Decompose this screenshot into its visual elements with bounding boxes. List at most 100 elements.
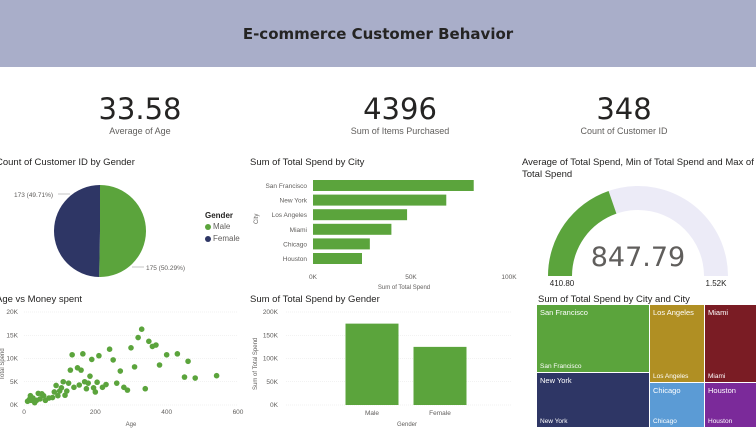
treemap-tile[interactable]: New York New York [537, 373, 649, 427]
city-label: Chicago [283, 241, 307, 248]
scatter-point[interactable] [78, 367, 84, 373]
kpi-average-age[interactable]: 33.58 Average of Age [68, 93, 212, 136]
scatter-point[interactable] [156, 362, 163, 368]
scatter-y-tick: 15K [6, 332, 18, 339]
kpi-value: 348 [596, 92, 652, 126]
scatter-point[interactable] [113, 380, 120, 386]
scatter-point[interactable] [135, 334, 141, 341]
treemap-tile-sublabel: New York [540, 418, 568, 425]
city-bar[interactable] [313, 209, 408, 221]
gauge-max: 1.52K [706, 279, 728, 288]
treemap-tile-label: New York [540, 376, 572, 385]
scatter-point[interactable] [83, 385, 90, 392]
scatter-point[interactable] [213, 372, 220, 379]
scatter-point[interactable] [65, 380, 72, 386]
gender-y-tick: 0K [270, 402, 279, 409]
scatter-point[interactable] [185, 358, 191, 365]
city-x-axis-label: Sum of Total Spend [378, 285, 430, 291]
spend-gauge[interactable]: 847.79 410.80 1.52K [522, 180, 756, 294]
treemap-tile[interactable]: Houston Houston [705, 383, 756, 427]
scatter-x-tick: 400 [161, 409, 172, 416]
gender-bar-chart[interactable]: Sum of Total Spend Gender 200K 150K 100K 50… [250, 304, 520, 431]
legend-label: Male [213, 222, 231, 231]
treemap-tile-label: Houston [708, 386, 736, 395]
scatter-point[interactable] [64, 388, 70, 394]
gender-bar-label: Female [429, 410, 451, 417]
scatter-y-tick: 10K [6, 356, 18, 363]
pie-chart-title: Count of Customer ID by Gender [0, 157, 135, 168]
dashboard-title: E-commerce Customer Behavior [242, 24, 514, 43]
legend-dot-icon [205, 235, 211, 242]
scatter-point[interactable] [163, 351, 170, 358]
scatter-point[interactable] [71, 384, 77, 391]
kpi-value: 33.58 [98, 92, 182, 126]
kpi-count-customers[interactable]: 348 Count of Customer ID [552, 93, 696, 136]
scatter-point[interactable] [94, 379, 100, 386]
gauge-value: 847.79 [591, 242, 685, 273]
scatter-point[interactable] [58, 384, 65, 391]
scatter-point[interactable] [153, 342, 159, 348]
scatter-point[interactable] [138, 326, 145, 333]
scatter-point[interactable] [87, 373, 93, 379]
scatter-point[interactable] [142, 385, 149, 392]
gender-bar[interactable] [345, 323, 399, 405]
scatter-point[interactable] [106, 346, 113, 352]
pie-slice-female[interactable] [54, 185, 100, 277]
legend-item-female[interactable]: Female [205, 234, 240, 243]
kpi-sum-items[interactable]: 4396 Sum of Items Purchased [320, 93, 480, 136]
city-bar[interactable] [313, 194, 447, 206]
scatter-point[interactable] [103, 381, 109, 388]
city-bar-title: Sum of Total Spend by City [250, 157, 365, 168]
city-label: Los Angeles [272, 212, 308, 219]
treemap-tile-label: Los Angeles [653, 308, 694, 317]
scatter-point[interactable] [128, 345, 134, 351]
gender-bar[interactable] [413, 346, 467, 405]
scatter-point[interactable] [117, 368, 124, 374]
scatter-point[interactable] [92, 389, 99, 395]
treemap-tile[interactable]: San Francisco San Francisco [537, 305, 649, 372]
city-bar[interactable] [313, 223, 392, 235]
scatter-point[interactable] [146, 338, 152, 345]
treemap-tile[interactable]: Los Angeles Los Angeles [650, 305, 704, 382]
pie-label-female: 173 (49.71%) [14, 192, 53, 199]
scatter-point[interactable] [124, 387, 131, 393]
scatter-point[interactable] [53, 382, 59, 389]
scatter-point[interactable] [192, 375, 198, 381]
scatter-point[interactable] [131, 364, 138, 370]
legend-dot-icon [205, 223, 211, 230]
scatter-y-tick: 0K [10, 402, 19, 409]
scatter-point[interactable] [80, 351, 86, 357]
scatter-point[interactable] [181, 374, 188, 380]
city-bar[interactable] [313, 253, 362, 264]
scatter-y-axis-label: Total Spend [0, 348, 6, 380]
treemap-tile[interactable]: Miami Miami [705, 305, 756, 382]
pie-slice-male[interactable] [99, 185, 147, 277]
city-bar[interactable] [313, 238, 370, 250]
age-spend-scatter[interactable]: Total Spend Age 20K 15K 10K 5K 0K0 200 400 600 [0, 304, 250, 431]
city-axis-label: City [254, 214, 260, 224]
scatter-point[interactable] [96, 352, 102, 359]
city-label: Houston [283, 256, 308, 263]
scatter-point[interactable] [67, 367, 74, 373]
city-bar[interactable] [313, 180, 474, 191]
scatter-point[interactable] [85, 380, 91, 386]
kpi-label: Sum of Items Purchased [350, 126, 450, 136]
scatter-point[interactable] [69, 351, 75, 358]
legend-item-male[interactable]: Male [205, 222, 240, 231]
city-label: Miami [290, 227, 307, 234]
scatter-point[interactable] [49, 394, 56, 401]
city-x-tick-100k: 100K [501, 274, 517, 281]
city-treemap[interactable]: San Francisco San Francisco Los Angeles Los… [537, 305, 756, 427]
gauge-title: Average of Total Spend, Min of Total Spe… [522, 157, 754, 180]
scatter-point[interactable] [76, 382, 83, 388]
treemap-tile[interactable]: Chicago Chicago [650, 383, 704, 427]
city-label: New York [280, 198, 308, 205]
city-bar-chart[interactable]: City Sum of Total Spend 0K 50K 100K San … [250, 172, 520, 294]
scatter-point[interactable] [110, 357, 116, 363]
scatter-point[interactable] [60, 378, 67, 385]
treemap-tile-sublabel: Houston [708, 418, 733, 425]
treemap-title: Sum of Total Spend by City and City [538, 294, 690, 305]
legend-label: Female [213, 234, 240, 243]
scatter-point[interactable] [174, 351, 181, 357]
scatter-point[interactable] [88, 356, 95, 363]
